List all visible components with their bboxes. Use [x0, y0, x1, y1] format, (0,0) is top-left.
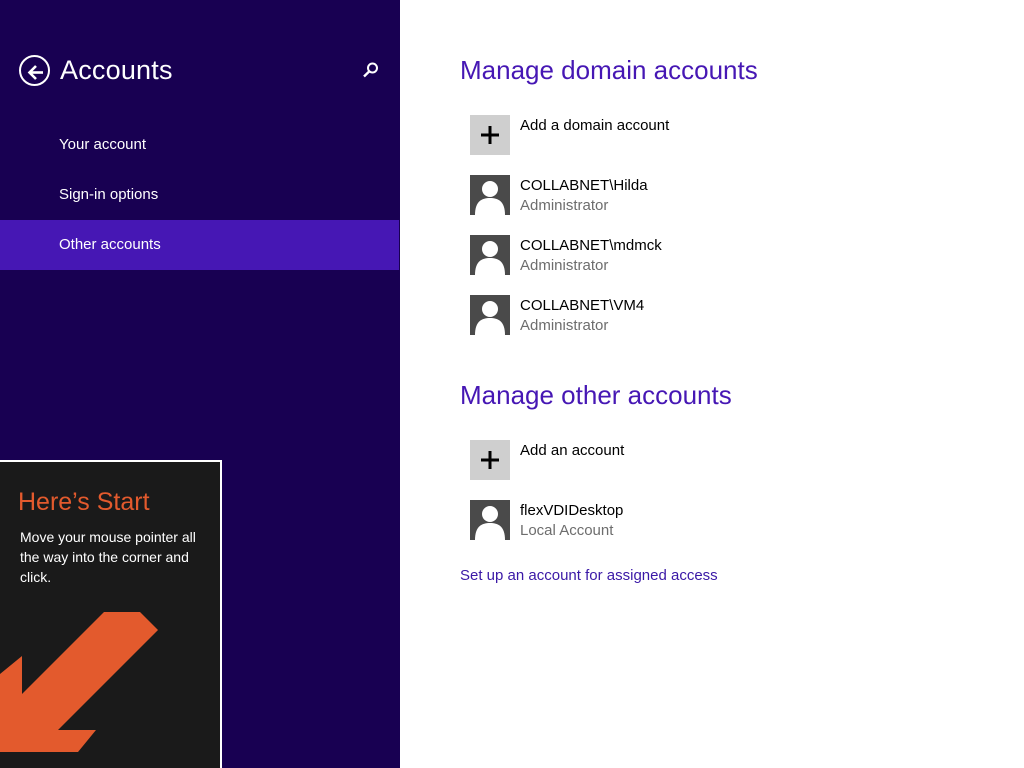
back-arrow-icon: [27, 65, 43, 80]
search-icon: [363, 62, 378, 78]
nav-item-your-account[interactable]: Your account: [0, 120, 399, 170]
add-domain-account-label: Add a domain account: [520, 117, 670, 134]
search-button[interactable]: [361, 60, 381, 80]
account-role: Administrator: [520, 197, 609, 214]
account-item-hilda[interactable]: COLLABNET\Hilda Administrator: [470, 175, 950, 217]
domain-accounts-heading: Manage domain accounts: [460, 55, 758, 85]
start-tip-flyout: Here’s Start Move your mouse pointer all…: [0, 460, 222, 768]
plus-icon: [470, 440, 510, 480]
account-name: COLLABNET\VM4: [520, 297, 645, 314]
account-role: Administrator: [520, 257, 609, 274]
corner-arrow-icon: [0, 612, 158, 752]
nav-item-sign-in-options[interactable]: Sign-in options: [0, 170, 399, 220]
account-name: COLLABNET\Hilda: [520, 177, 648, 194]
user-avatar-icon: [470, 235, 510, 275]
account-name: flexVDIDesktop: [520, 502, 624, 519]
nav-item-label: Sign-in options: [59, 186, 159, 203]
nav-item-label: Your account: [59, 136, 147, 153]
account-item-flexvdidesktop[interactable]: flexVDIDesktop Local Account: [470, 500, 950, 542]
plus-icon: [470, 115, 510, 155]
add-account-button[interactable]: Add an account: [470, 440, 950, 482]
nav-item-label: Other accounts: [59, 236, 161, 253]
user-avatar-icon: [470, 295, 510, 335]
back-button[interactable]: [19, 55, 50, 86]
add-domain-account-button[interactable]: Add a domain account: [470, 115, 950, 157]
assigned-access-link[interactable]: Set up an account for assigned access: [460, 567, 718, 584]
account-item-mdmck[interactable]: COLLABNET\mdmck Administrator: [470, 235, 950, 277]
account-name: COLLABNET\mdmck: [520, 237, 662, 254]
other-accounts-heading: Manage other accounts: [460, 380, 732, 410]
add-account-label: Add an account: [520, 442, 625, 459]
start-tip-title: Here’s Start: [18, 488, 150, 516]
nav-item-other-accounts[interactable]: Other accounts: [0, 220, 399, 270]
account-role: Local Account: [520, 522, 614, 539]
pane-title: Accounts: [60, 55, 173, 85]
start-tip-body: Move your mouse pointer all the way into…: [20, 529, 196, 585]
user-avatar-icon: [470, 175, 510, 215]
user-avatar-icon: [470, 500, 510, 540]
left-pane: Accounts Your account Sign-in options Ot…: [0, 0, 400, 768]
account-item-vm4[interactable]: COLLABNET\VM4 Administrator: [470, 295, 950, 337]
account-role: Administrator: [520, 317, 609, 334]
